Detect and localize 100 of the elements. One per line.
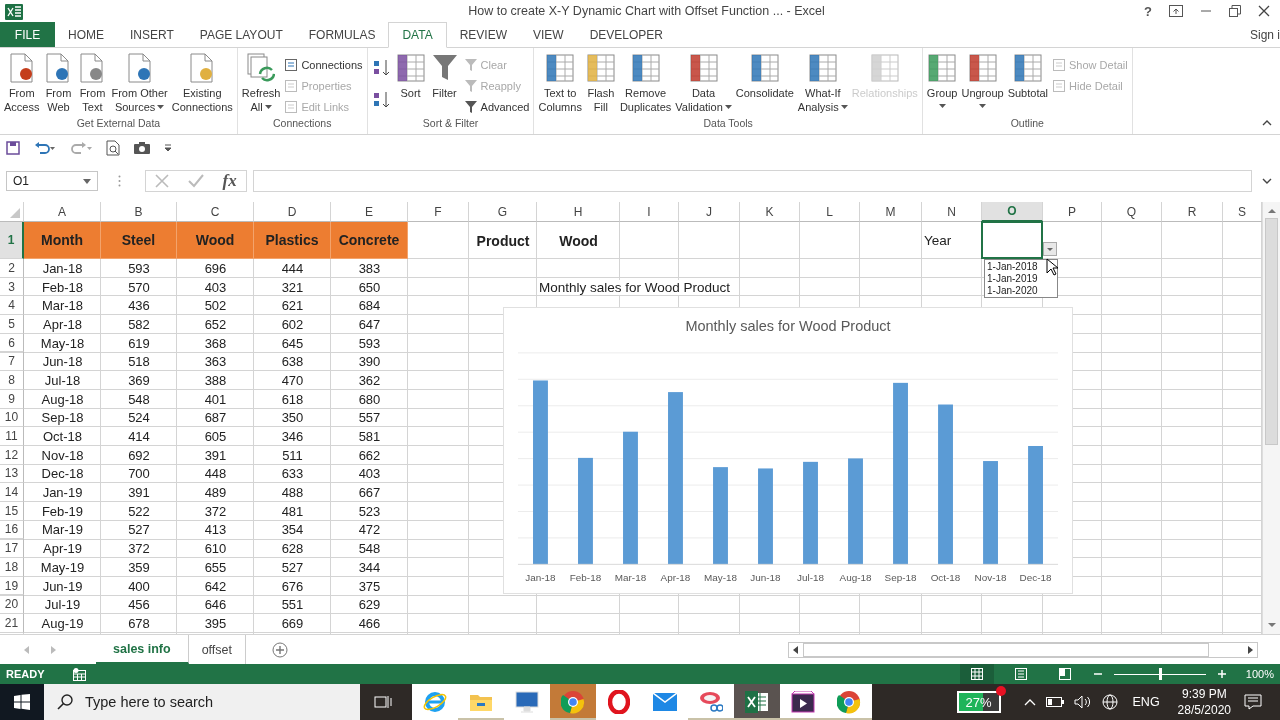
- row-header[interactable]: 13: [0, 464, 24, 484]
- ribbon-tab[interactable]: DEVELOPER: [576, 22, 676, 47]
- scroll-down-icon[interactable]: [1266, 622, 1277, 628]
- collapse-ribbon-icon[interactable]: [1262, 120, 1272, 126]
- search-field[interactable]: Type here to search: [44, 684, 360, 720]
- row-header[interactable]: 21: [0, 614, 24, 633]
- dropdown-arrow-icon[interactable]: [83, 178, 91, 184]
- vertical-scrollbar[interactable]: [1262, 202, 1280, 634]
- taskbar-button[interactable]: [734, 684, 780, 720]
- ribbon-button[interactable]: Remove Duplicates: [617, 50, 674, 114]
- scroll-thumb[interactable]: [1265, 218, 1278, 445]
- close-icon[interactable]: [1258, 5, 1270, 17]
- column-header[interactable]: M: [860, 202, 922, 222]
- restore-icon[interactable]: [1229, 5, 1241, 17]
- redo-icon[interactable]: [70, 140, 92, 155]
- ribbon-button[interactable]: Advanced: [463, 96, 530, 117]
- column-header[interactable]: P: [1043, 202, 1102, 222]
- row-header[interactable]: 3: [0, 277, 24, 297]
- row-header[interactable]: 10: [0, 408, 24, 428]
- scroll-left-icon[interactable]: [793, 645, 799, 654]
- scroll-thumb[interactable]: [803, 642, 1209, 657]
- view-button[interactable]: [959, 664, 994, 684]
- ribbon-button[interactable]: Filter: [427, 50, 462, 100]
- ribbon-tab[interactable]: FILE: [0, 22, 55, 47]
- formula-input[interactable]: [253, 170, 1252, 192]
- row-header[interactable]: 18: [0, 558, 24, 577]
- ribbon-button[interactable]: From Web: [41, 50, 76, 114]
- ribbon-button[interactable]: From Text: [75, 50, 110, 114]
- slider-thumb[interactable]: [1158, 668, 1162, 680]
- ribbon-tab[interactable]: DATA: [388, 22, 447, 48]
- start-button[interactable]: [0, 684, 44, 720]
- help-button[interactable]: ?: [1144, 3, 1152, 19]
- column-header[interactable]: H: [537, 202, 620, 222]
- sort-icon[interactable]: [371, 90, 392, 110]
- row-header[interactable]: 7: [0, 352, 24, 372]
- ribbon-tab[interactable]: HOME: [55, 22, 117, 47]
- ribbon-button[interactable]: Subtotal: [1005, 50, 1050, 100]
- task-view-icon[interactable]: [374, 694, 392, 710]
- ribbon-button[interactable]: Group: [924, 50, 960, 108]
- customize-toolbar-icon[interactable]: [164, 143, 172, 152]
- taskbar-button[interactable]: [504, 684, 550, 720]
- camera-icon[interactable]: [134, 141, 150, 154]
- scroll-up-icon[interactable]: [1266, 208, 1277, 214]
- dropdown-button[interactable]: [1043, 242, 1057, 256]
- ribbon-tab[interactable]: FORMULAS: [295, 22, 389, 47]
- column-header[interactable]: O: [982, 202, 1043, 222]
- dropdown-option[interactable]: 1-Jan-2019: [987, 273, 1057, 285]
- macro-recording-icon[interactable]: [72, 667, 86, 681]
- column-header[interactable]: G: [469, 202, 537, 222]
- row-header[interactable]: 20: [0, 595, 24, 615]
- expand-formula-bar-icon[interactable]: [1262, 178, 1272, 184]
- ribbon-display-icon[interactable]: [1169, 5, 1183, 17]
- row-header[interactable]: 2: [0, 259, 24, 278]
- undo-icon[interactable]: [34, 140, 56, 155]
- horizontal-scrollbar[interactable]: [788, 641, 1258, 658]
- ribbon-tab[interactable]: REVIEW: [446, 22, 520, 47]
- scroll-right-icon[interactable]: [1247, 645, 1253, 654]
- add-sheet-icon[interactable]: [272, 641, 289, 658]
- row-header[interactable]: 1: [0, 222, 24, 259]
- column-header[interactable]: Q: [1102, 202, 1162, 222]
- row-header[interactable]: 4: [0, 296, 24, 316]
- dropdown-option[interactable]: 1-Jan-2020: [987, 285, 1057, 297]
- ribbon-button[interactable]: Refresh All: [239, 50, 283, 114]
- taskbar-button[interactable]: [780, 684, 826, 720]
- row-header[interactable]: 14: [0, 483, 24, 502]
- ribbon-tab[interactable]: INSERT: [117, 22, 187, 47]
- ribbon-button[interactable]: Flash Fill: [583, 50, 618, 114]
- row-header[interactable]: 5: [0, 315, 24, 334]
- ribbon-button[interactable]: Text to Columns: [536, 50, 584, 114]
- sort-icon[interactable]: [371, 58, 392, 78]
- row-header[interactable]: 11: [0, 427, 24, 446]
- row-header[interactable]: 15: [0, 501, 24, 521]
- row-header[interactable]: 17: [0, 539, 24, 558]
- row-header[interactable]: 8: [0, 371, 24, 390]
- ribbon-tab[interactable]: VIEW: [520, 22, 577, 47]
- column-header[interactable]: J: [679, 202, 740, 222]
- chevron-up-icon[interactable]: [1023, 698, 1036, 706]
- ribbon-button[interactable]: What-If Analysis: [795, 50, 850, 114]
- sign-in-link[interactable]: Sign i: [1249, 27, 1280, 42]
- column-header[interactable]: F: [408, 202, 469, 222]
- row-header[interactable]: 16: [0, 520, 24, 540]
- insert-function-button[interactable]: fx: [222, 171, 237, 191]
- ribbon-button[interactable]: Ungroup: [959, 50, 1006, 108]
- language-indicator[interactable]: ENG: [1132, 695, 1160, 709]
- ribbon-button[interactable]: Data Validation: [673, 50, 734, 114]
- ribbon-button[interactable]: Existing Connections: [169, 50, 235, 114]
- print-preview-icon[interactable]: [106, 139, 120, 156]
- row-header[interactable]: 9: [0, 389, 24, 409]
- save-icon[interactable]: [6, 140, 20, 155]
- ribbon-button[interactable]: From Access: [2, 50, 42, 114]
- globe-icon[interactable]: [1101, 694, 1118, 710]
- ribbon-button[interactable]: Sort: [393, 50, 428, 100]
- ribbon-tab[interactable]: PAGE LAYOUT: [186, 22, 296, 47]
- row-header[interactable]: 6: [0, 333, 24, 353]
- battery-icon[interactable]: [1045, 697, 1064, 707]
- check-icon[interactable]: [187, 174, 204, 188]
- grip-icon[interactable]: [118, 175, 121, 187]
- clock[interactable]: 9:39 PM 28/5/2020: [1177, 686, 1231, 718]
- zoom-level[interactable]: 100%: [1245, 668, 1274, 680]
- column-header[interactable]: R: [1162, 202, 1223, 222]
